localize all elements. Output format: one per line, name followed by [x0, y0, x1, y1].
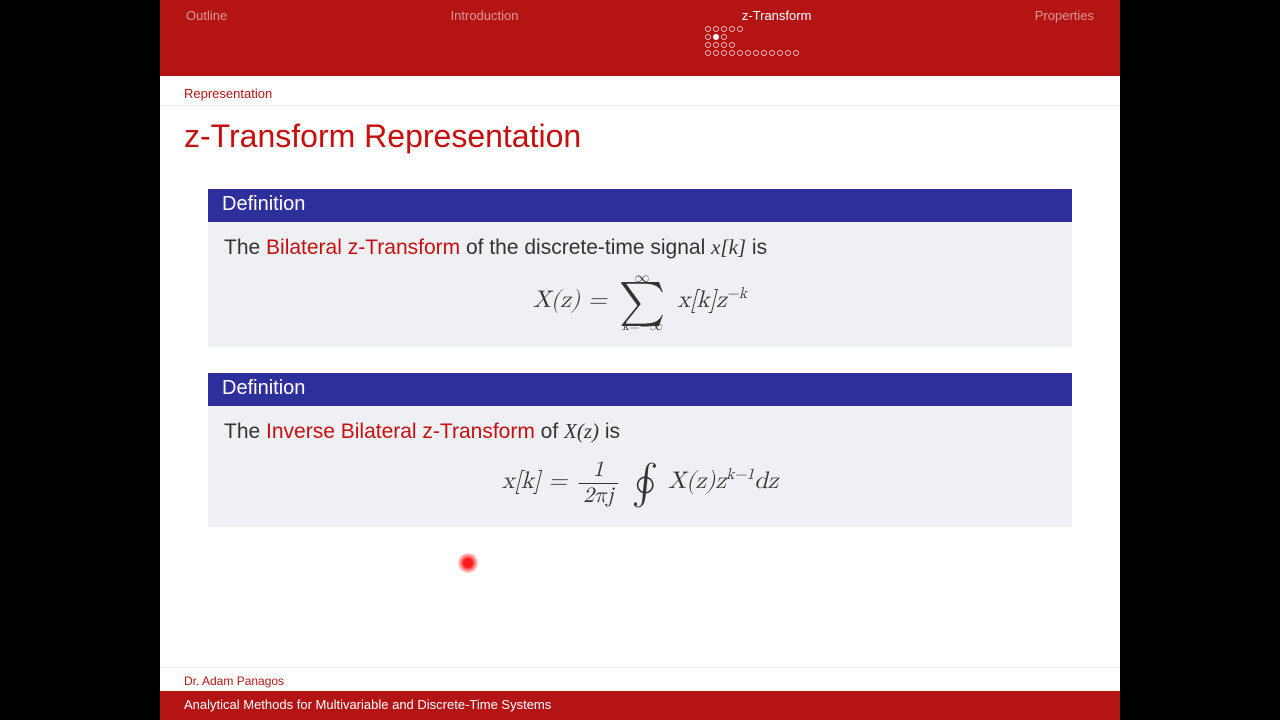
definition-box-1: Definition The Bilateral z-Transform of …	[208, 189, 1072, 347]
def2-tail: is	[599, 420, 620, 443]
def1-body: x[k]z	[677, 287, 726, 311]
nav-ztransform[interactable]: z-Transform	[742, 8, 812, 23]
definition-body-1: The Bilateral z-Transform of the discret…	[208, 222, 1072, 347]
frac-den: 2πj	[579, 484, 618, 508]
nav-introduction[interactable]: Introduction	[451, 8, 519, 23]
sum-lower: k=−∞	[619, 320, 665, 333]
def1-post: of the discrete-time signal	[460, 236, 711, 259]
def1-lhs: X(z) =	[533, 287, 615, 311]
contour-integral-icon: ∮	[632, 463, 659, 503]
frac-num: 1	[579, 459, 618, 484]
laser-pointer-icon	[458, 553, 478, 573]
def2-signal: X(z)	[564, 419, 599, 443]
definition-head-2: Definition	[208, 373, 1072, 406]
def1-signal: x[k]	[711, 235, 746, 259]
sum-symbol: ∞ ∑ k=−∞	[619, 270, 665, 333]
section-subheader: Representation	[160, 76, 1120, 106]
footer-author: Dr. Adam Panagos	[160, 667, 1120, 691]
def1-exp: −k	[727, 285, 747, 301]
def1-tail: is	[746, 236, 767, 259]
footer: Dr. Adam Panagos Analytical Methods for …	[160, 667, 1120, 720]
sigma-icon: ∑	[619, 285, 665, 320]
header-bar: Outline Introduction z-Transform Propert…	[160, 0, 1120, 76]
def1-pre: The	[224, 236, 266, 259]
def2-body: X(z)z	[668, 469, 726, 493]
fraction: 1 2πj	[579, 459, 618, 508]
nav-outline[interactable]: Outline	[186, 8, 227, 23]
def2-term: Inverse Bilateral z-Transform	[266, 420, 535, 443]
def1-term: Bilateral z-Transform	[266, 236, 460, 259]
definition-box-2: Definition The Inverse Bilateral z-Trans…	[208, 373, 1072, 528]
slide: Outline Introduction z-Transform Propert…	[160, 0, 1120, 720]
def2-post: of	[535, 420, 564, 443]
def2-pre: The	[224, 420, 266, 443]
def2-dz: dz	[754, 469, 778, 493]
footer-course: Analytical Methods for Multivariable and…	[160, 691, 1120, 720]
definition-body-2: The Inverse Bilateral z-Transform of X(z…	[208, 406, 1072, 528]
def2-lhs: x[k] =	[502, 469, 575, 493]
slide-title: z-Transform Representation	[160, 106, 1120, 171]
def1-formula: X(z) = ∞ ∑ k=−∞ x[k]z−k	[224, 270, 1056, 333]
def2-formula: x[k] = 1 2πj ∮ X(z)zk−1dz	[224, 453, 1056, 513]
definition-head-1: Definition	[208, 189, 1072, 222]
nav-row: Outline Introduction z-Transform Propert…	[184, 8, 1096, 23]
def2-exp: k−1	[726, 467, 754, 483]
slide-content: Definition The Bilateral z-Transform of …	[160, 171, 1120, 667]
progress-dots	[705, 26, 799, 56]
nav-properties[interactable]: Properties	[1035, 8, 1094, 23]
